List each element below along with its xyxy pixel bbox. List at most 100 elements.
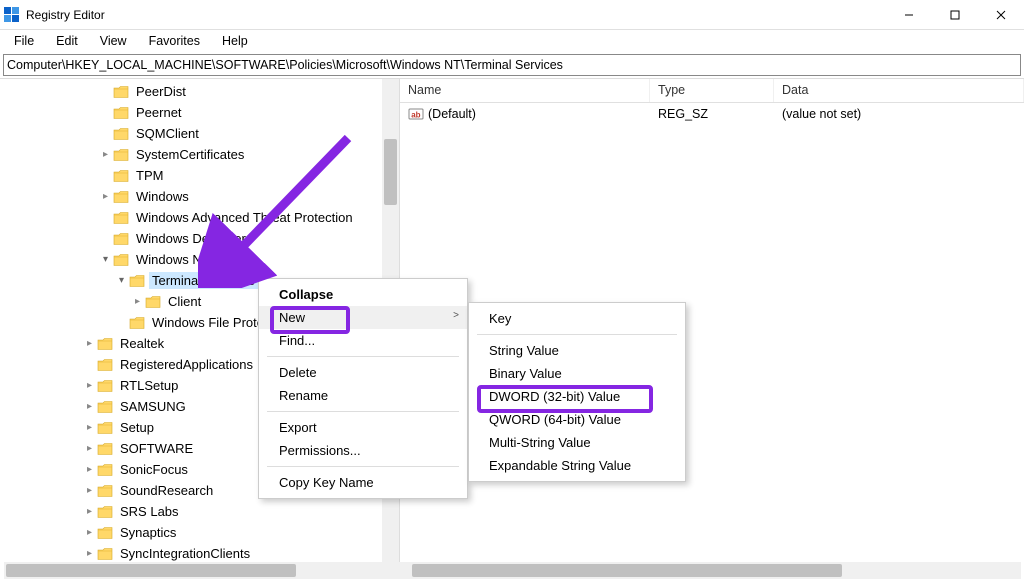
maximize-button[interactable]: [932, 0, 978, 30]
header-data[interactable]: Data: [774, 79, 1024, 102]
context-separator: [267, 466, 459, 467]
list-hscrollbar[interactable]: [410, 562, 1021, 579]
context-submenu-new[interactable]: Key String ValueBinary ValueDWORD (32-bit…: [468, 302, 686, 482]
tree-hscroll-thumb[interactable]: [6, 564, 296, 577]
tree-item[interactable]: Synaptics: [18, 522, 399, 543]
context-item[interactable]: Binary Value: [469, 362, 685, 385]
tree-item-label: Windows: [133, 188, 192, 205]
folder-icon: [97, 379, 113, 393]
menu-help[interactable]: Help: [212, 32, 258, 50]
chevron-right-icon[interactable]: [82, 380, 97, 391]
folder-icon: [113, 253, 129, 267]
folder-icon: [113, 169, 129, 183]
menu-edit[interactable]: Edit: [46, 32, 88, 50]
close-button[interactable]: [978, 0, 1024, 30]
tree-item-label: Windows Advanced Threat Protection: [133, 209, 356, 226]
context-separator: [267, 356, 459, 357]
context-item[interactable]: String Value: [469, 339, 685, 362]
chevron-right-icon[interactable]: [82, 422, 97, 433]
folder-icon: [97, 358, 113, 372]
folder-icon: [113, 148, 129, 162]
tree-item-label: PeerDist: [133, 83, 189, 100]
tree-item[interactable]: Windows Advanced Threat Protection: [18, 207, 399, 228]
tree-item-label: SonicFocus: [117, 461, 191, 478]
chevron-right-icon[interactable]: [82, 527, 97, 538]
tree-item[interactable]: Peernet: [18, 102, 399, 123]
chevron-right-icon: >: [453, 310, 459, 321]
context-menu[interactable]: CollapseNew>Find... DeleteRename ExportPer…: [258, 278, 468, 499]
chevron-right-icon[interactable]: [82, 506, 97, 517]
context-item[interactable]: DWORD (32-bit) Value: [469, 385, 685, 408]
chevron-right-icon[interactable]: [82, 338, 97, 349]
folder-icon: [97, 421, 113, 435]
context-item[interactable]: Collapse: [259, 283, 467, 306]
context-separator: [477, 334, 677, 335]
chevron-right-icon[interactable]: [82, 443, 97, 454]
list-hscroll-thumb[interactable]: [412, 564, 842, 577]
tree-item-label: Realtek: [117, 335, 167, 352]
chevron-right-icon[interactable]: [98, 191, 113, 202]
chevron-right-icon[interactable]: [82, 401, 97, 412]
folder-icon: [97, 442, 113, 456]
context-item[interactable]: Expandable String Value: [469, 454, 685, 477]
context-item[interactable]: Export: [259, 416, 467, 439]
context-item[interactable]: QWORD (64-bit) Value: [469, 408, 685, 431]
value-type: REG_SZ: [650, 107, 774, 121]
chevron-right-icon[interactable]: [98, 149, 113, 160]
header-type[interactable]: Type: [650, 79, 774, 102]
context-item[interactable]: Permissions...: [259, 439, 467, 462]
tree-item[interactable]: PeerDist: [18, 81, 399, 102]
address-bar[interactable]: [3, 54, 1021, 76]
tree-item-label: SyncIntegrationClients: [117, 545, 253, 562]
folder-icon: [97, 547, 113, 561]
tree-item-label: SRS Labs: [117, 503, 182, 520]
context-item[interactable]: New>: [259, 306, 467, 329]
tree-item-label: RegisteredApplications: [117, 356, 256, 373]
chevron-right-icon[interactable]: [82, 464, 97, 475]
tree-item[interactable]: SRS Labs: [18, 501, 399, 522]
chevron-down-icon[interactable]: [114, 275, 129, 286]
header-name[interactable]: Name: [400, 79, 650, 102]
context-item[interactable]: Delete: [259, 361, 467, 384]
minimize-button[interactable]: [886, 0, 932, 30]
address-input[interactable]: [4, 58, 1020, 72]
menu-bar: File Edit View Favorites Help: [0, 30, 1024, 52]
tree-item[interactable]: Windows Defender: [18, 228, 399, 249]
string-value-icon: ab: [408, 106, 424, 122]
folder-icon: [113, 211, 129, 225]
chevron-right-icon[interactable]: [82, 548, 97, 559]
menu-view[interactable]: View: [90, 32, 137, 50]
context-item[interactable]: Rename: [259, 384, 467, 407]
menu-favorites[interactable]: Favorites: [139, 32, 210, 50]
tree-item[interactable]: SyncIntegrationClients: [18, 543, 399, 563]
tree-item[interactable]: TPM: [18, 165, 399, 186]
folder-icon: [113, 106, 129, 120]
hscroll-area: [0, 563, 1024, 579]
tree-item-label: SOFTWARE: [117, 440, 196, 457]
chevron-right-icon[interactable]: [130, 296, 145, 307]
list-row[interactable]: ab (Default) REG_SZ (value not set): [400, 103, 1024, 124]
folder-icon: [97, 505, 113, 519]
tree-item[interactable]: SystemCertificates: [18, 144, 399, 165]
folder-icon: [97, 400, 113, 414]
tree-item[interactable]: SQMClient: [18, 123, 399, 144]
menu-file[interactable]: File: [4, 32, 44, 50]
folder-icon: [97, 463, 113, 477]
folder-icon: [97, 484, 113, 498]
tree-item[interactable]: Windows NT: [18, 249, 399, 270]
tree-item-label: Peernet: [133, 104, 185, 121]
context-item[interactable]: Key: [469, 307, 685, 330]
folder-icon: [129, 316, 145, 330]
context-item[interactable]: Copy Key Name: [259, 471, 467, 494]
tree-item[interactable]: Windows: [18, 186, 399, 207]
window-title: Registry Editor: [26, 8, 105, 22]
tree-item-label: Windows Defender: [133, 230, 249, 247]
list-header: Name Type Data: [400, 79, 1024, 103]
tree-vscroll-thumb[interactable]: [384, 139, 397, 205]
chevron-down-icon[interactable]: [98, 254, 113, 265]
folder-icon: [113, 232, 129, 246]
context-item[interactable]: Multi-String Value: [469, 431, 685, 454]
value-data: (value not set): [774, 107, 1024, 121]
context-item[interactable]: Find...: [259, 329, 467, 352]
chevron-right-icon[interactable]: [82, 485, 97, 496]
